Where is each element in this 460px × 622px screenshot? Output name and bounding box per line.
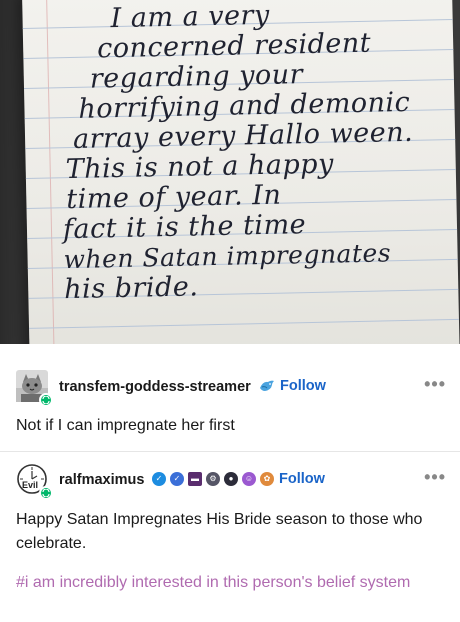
blue-check-badge-icon: ✓	[170, 472, 184, 486]
follow-button[interactable]: Follow	[279, 471, 325, 487]
blue-check-badge-icon: ✓	[152, 472, 166, 486]
reply-text: Not if I can impregnate her first	[16, 417, 235, 434]
paper-margin-line	[45, 0, 55, 344]
more-options-button[interactable]: •••	[424, 467, 446, 488]
reblog-badge-icon	[39, 393, 53, 407]
avatar[interactable]	[16, 370, 53, 407]
note-photo: I am a very concerned resident regarding…	[0, 0, 460, 344]
username[interactable]: ralfmaximus	[59, 472, 144, 488]
reblog-badge-icon	[39, 486, 53, 500]
more-options-button[interactable]: •••	[424, 374, 446, 395]
follow-button[interactable]: Follow	[280, 378, 326, 394]
divider	[0, 451, 460, 452]
avatar[interactable]: Evil	[16, 463, 53, 500]
blue-bird-badge-icon	[260, 380, 274, 391]
post-tags[interactable]: #i am incredibly interested in this pers…	[16, 572, 446, 593]
note-line: his bride.	[63, 271, 199, 306]
typewriter-badge-icon: ▬	[188, 472, 202, 486]
username[interactable]: transfem-goddess-streamer	[59, 379, 251, 395]
ghost-badge-icon: ●	[224, 472, 238, 486]
purple-face-badge-icon: ☺	[242, 472, 256, 486]
follow-group: Follow	[258, 377, 326, 395]
handwritten-note: I am a very concerned resident regarding…	[58, 0, 460, 305]
flower-badge-icon: ✿	[260, 472, 274, 486]
notebook-paper: I am a very concerned resident regarding…	[22, 0, 460, 344]
avatar-label: Evil	[22, 480, 39, 490]
badge-row: ✓ ✓ ▬ ⚙ ● ☺ ✿ Follow	[152, 471, 325, 487]
post-header: transfem-goddess-streamer Follow •••	[0, 366, 460, 407]
blog-badges: ✓ ✓ ▬ ⚙ ● ☺ ✿	[152, 472, 274, 486]
post-header: Evil ralfmaximus ✓ ✓ ▬ ⚙ ● ☺ ✿ Follow ••…	[0, 459, 460, 500]
reply-text: Happy Satan Impregnates His Bride season…	[16, 511, 423, 552]
paper-rule	[29, 318, 459, 329]
gear-badge-icon: ⚙	[206, 472, 220, 486]
